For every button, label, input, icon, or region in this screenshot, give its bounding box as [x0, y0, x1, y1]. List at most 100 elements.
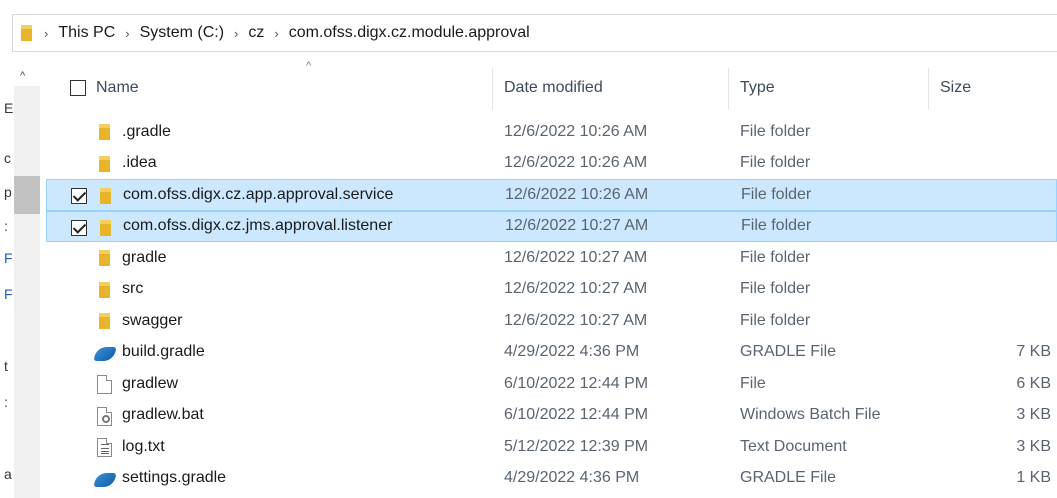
nav-item-truncated[interactable]: : — [4, 394, 8, 410]
file-type: File folder — [741, 217, 812, 235]
chevron-right-icon[interactable]: › — [125, 26, 129, 41]
file-date-modified: 6/10/2022 12:44 PM — [504, 406, 649, 424]
chevron-right-icon[interactable]: › — [274, 26, 278, 41]
file-date-modified: 4/29/2022 4:36 PM — [504, 343, 640, 361]
file-type: Text Document — [740, 437, 847, 455]
file-row[interactable]: gradlew.bat 6/10/2022 12:44 PM Windows Bat… — [46, 400, 1057, 432]
batch-file-icon — [95, 406, 115, 426]
file-date-modified: 12/6/2022 10:27 AM — [505, 217, 649, 235]
gradle-file-icon — [93, 343, 117, 363]
row-checkbox[interactable] — [71, 219, 87, 236]
nav-item-truncated[interactable]: : — [4, 218, 8, 234]
file-date-modified: 4/29/2022 4:36 PM — [504, 469, 640, 487]
file-row[interactable]: gradlew 6/10/2022 12:44 PM File 6 KB — [46, 368, 1057, 400]
folder-icon — [95, 311, 115, 331]
column-divider[interactable] — [928, 68, 929, 110]
row-checkbox[interactable] — [71, 188, 87, 204]
file-row[interactable]: swagger 12/6/2022 10:27 AM File folder — [46, 305, 1057, 337]
file-size: 7 KB — [1016, 343, 1051, 361]
file-name: swagger — [122, 311, 183, 329]
file-name: gradle — [122, 248, 167, 266]
file-row[interactable]: src 12/6/2022 10:27 AM File folder — [46, 274, 1057, 306]
file-size: 1 KB — [1016, 469, 1051, 487]
file-row[interactable]: com.ofss.digx.cz.app.approval.service 12/… — [46, 179, 1057, 211]
column-header-name[interactable]: Name ^ — [86, 60, 490, 114]
folder-icon — [21, 25, 34, 41]
file-row[interactable]: .gradle 12/6/2022 10:26 AM File folder — [46, 116, 1057, 148]
file-name: com.ofss.digx.cz.app.approval.service — [123, 185, 394, 203]
file-date-modified: 12/6/2022 10:26 AM — [504, 154, 648, 172]
file-row[interactable]: com.ofss.digx.cz.jms.approval.listener 12… — [46, 210, 1057, 242]
file-row[interactable]: .idea 12/6/2022 10:26 AM File folder — [46, 148, 1057, 180]
file-size: 6 KB — [1016, 374, 1051, 392]
sort-ascending-icon: ^ — [306, 60, 312, 72]
column-divider[interactable] — [492, 68, 493, 110]
column-header-size-label: Size — [940, 79, 972, 96]
file-name: settings.gradle — [122, 469, 227, 487]
column-header-date[interactable]: Date modified — [494, 62, 726, 114]
chevron-right-icon: › — [44, 25, 49, 41]
gradle-file-icon — [93, 469, 117, 489]
file-date-modified: 12/6/2022 10:27 AM — [504, 311, 648, 329]
column-header-date-label: Date modified — [504, 79, 603, 96]
file-name: build.gradle — [122, 343, 205, 361]
file-type: File folder — [740, 280, 811, 298]
file-name: .idea — [122, 154, 157, 172]
file-row[interactable]: build.gradle 4/29/2022 4:36 PM GRADLE File… — [46, 337, 1057, 369]
file-date-modified: 12/6/2022 10:27 AM — [504, 248, 648, 266]
folder-icon — [95, 122, 115, 142]
column-header-row: Name ^ Date modified Type Size — [46, 60, 1057, 114]
file-type: File folder — [740, 311, 811, 329]
nav-scrollbar-thumb[interactable] — [14, 176, 40, 214]
file-name: com.ofss.digx.cz.jms.approval.listener — [123, 217, 393, 235]
scroll-up-arrow-icon[interactable]: ^ — [20, 70, 25, 82]
breadcrumb-this-pc[interactable]: This PC — [58, 24, 115, 42]
file-type: Windows Batch File — [740, 406, 881, 424]
file-type: GRADLE File — [740, 343, 837, 361]
file-name: .gradle — [122, 122, 171, 140]
file-date-modified: 5/12/2022 12:39 PM — [504, 437, 649, 455]
file-date-modified: 6/10/2022 12:44 PM — [504, 374, 649, 392]
file-type: File folder — [740, 154, 811, 172]
nav-item-truncated[interactable]: p — [4, 184, 12, 200]
file-name: src — [122, 280, 144, 298]
file-date-modified: 12/6/2022 10:26 AM — [505, 185, 649, 203]
column-header-type[interactable]: Type — [730, 62, 926, 114]
address-bar[interactable]: › This PC › System (C:) › cz › com.ofss.… — [12, 14, 1057, 52]
file-row[interactable]: settings.gradle 4/29/2022 4:36 PM GRADLE F… — [46, 463, 1057, 495]
file-type: GRADLE File — [740, 469, 837, 487]
chevron-right-icon[interactable]: › — [234, 26, 238, 41]
column-divider[interactable] — [728, 68, 729, 110]
folder-icon — [96, 186, 116, 206]
file-name: gradlew.bat — [122, 406, 204, 424]
file-row[interactable]: log.txt 5/12/2022 12:39 PM Text Document 3 … — [46, 431, 1057, 463]
folder-icon — [95, 248, 115, 268]
column-header-size[interactable]: Size — [930, 62, 1050, 114]
breadcrumb-current-folder[interactable]: com.ofss.digx.cz.module.approval — [289, 24, 530, 42]
folder-icon — [96, 218, 116, 238]
nav-scrollbar[interactable] — [14, 86, 40, 498]
file-list: .gradle 12/6/2022 10:26 AM File folder .ide… — [46, 116, 1057, 494]
nav-item-truncated[interactable]: E — [4, 100, 13, 116]
nav-item-truncated[interactable]: t — [4, 358, 8, 374]
column-header-name-label: Name — [96, 79, 139, 96]
breadcrumb-system-c[interactable]: System (C:) — [140, 24, 224, 42]
file-type: File folder — [740, 248, 811, 266]
file-name: log.txt — [122, 437, 165, 455]
nav-item-truncated[interactable]: a — [4, 466, 12, 482]
file-date-modified: 12/6/2022 10:27 AM — [504, 280, 648, 298]
text-file-icon — [95, 437, 115, 457]
file-size: 3 KB — [1016, 406, 1051, 424]
nav-item-truncated[interactable]: c — [4, 150, 11, 166]
folder-icon — [95, 280, 115, 300]
nav-item-truncated[interactable]: F — [4, 250, 13, 266]
file-type: File folder — [741, 185, 812, 203]
column-header-type-label: Type — [740, 79, 775, 96]
file-row[interactable]: gradle 12/6/2022 10:27 AM File folder — [46, 242, 1057, 274]
file-date-modified: 12/6/2022 10:26 AM — [504, 122, 648, 140]
nav-item-truncated[interactable]: F — [4, 286, 13, 302]
breadcrumb-cz[interactable]: cz — [248, 24, 264, 42]
file-size: 3 KB — [1016, 437, 1051, 455]
file-name: gradlew — [122, 374, 179, 392]
file-type: File — [740, 374, 766, 392]
